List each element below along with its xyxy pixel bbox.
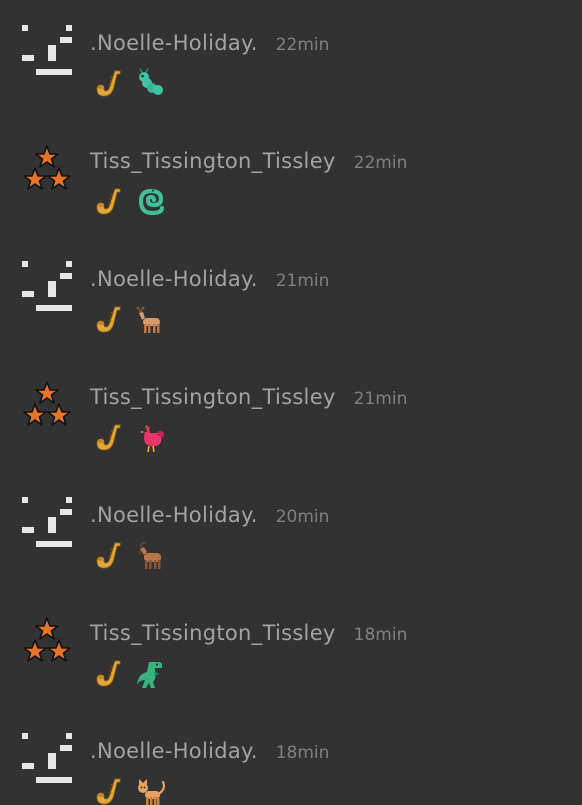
- saxophone-icon: [93, 304, 125, 336]
- emoji-row: [93, 68, 167, 100]
- emoji-row: [93, 540, 167, 572]
- saxophone-icon: [93, 68, 125, 100]
- chat-feed: .Noelle-Holiday. 22min Tiss_Tissington_Ti…: [0, 0, 582, 805]
- pixel-avatar-icon[interactable]: [22, 733, 72, 783]
- snake-icon: [135, 186, 167, 218]
- message-header: .Noelle-Holiday. 20min: [90, 503, 329, 527]
- emoji-row: [93, 776, 167, 805]
- chat-message: .Noelle-Holiday. 22min: [0, 0, 582, 118]
- pixel-avatar-icon[interactable]: [22, 25, 72, 75]
- username[interactable]: .Noelle-Holiday.: [90, 503, 258, 527]
- rooster-icon: [135, 422, 167, 454]
- chat-message: .Noelle-Holiday. 21min: [0, 236, 582, 354]
- deer-icon: [135, 304, 167, 336]
- saxophone-icon: [93, 422, 125, 454]
- emoji-row: [93, 658, 167, 690]
- username[interactable]: Tiss_Tissington_Tissley: [90, 385, 336, 409]
- message-header: .Noelle-Holiday. 21min: [90, 267, 329, 291]
- emoji-row: [93, 422, 167, 454]
- message-header: .Noelle-Holiday. 18min: [90, 739, 329, 763]
- three-stars-avatar-icon[interactable]: [22, 379, 72, 429]
- cat-icon: [135, 776, 167, 805]
- chat-message: .Noelle-Holiday. 18min: [0, 708, 582, 805]
- username[interactable]: .Noelle-Holiday.: [90, 739, 258, 763]
- timestamp: 20min: [275, 507, 330, 527]
- saxophone-icon: [93, 186, 125, 218]
- saxophone-icon: [93, 540, 125, 572]
- three-stars-avatar-icon[interactable]: [22, 143, 72, 193]
- chat-message: .Noelle-Holiday. 20min: [0, 472, 582, 590]
- username[interactable]: Tiss_Tissington_Tissley: [90, 621, 336, 645]
- chat-message: Tiss_Tissington_Tissley 21min: [0, 354, 582, 472]
- timestamp: 18min: [275, 743, 330, 763]
- username[interactable]: Tiss_Tissington_Tissley: [90, 149, 336, 173]
- goat-icon: [135, 540, 167, 572]
- timestamp: 22min: [275, 35, 330, 55]
- username[interactable]: .Noelle-Holiday.: [90, 267, 258, 291]
- timestamp: 21min: [353, 389, 408, 409]
- three-stars-avatar-icon[interactable]: [22, 615, 72, 665]
- timestamp: 21min: [275, 271, 330, 291]
- chat-message: Tiss_Tissington_Tissley 22min: [0, 118, 582, 236]
- username[interactable]: .Noelle-Holiday.: [90, 31, 258, 55]
- message-header: Tiss_Tissington_Tissley 18min: [90, 621, 407, 645]
- emoji-row: [93, 186, 167, 218]
- timestamp: 18min: [353, 625, 408, 645]
- message-header: Tiss_Tissington_Tissley 21min: [90, 385, 407, 409]
- message-header: .Noelle-Holiday. 22min: [90, 31, 329, 55]
- saxophone-icon: [93, 776, 125, 805]
- chat-message: Tiss_Tissington_Tissley 18min: [0, 590, 582, 708]
- message-header: Tiss_Tissington_Tissley 22min: [90, 149, 407, 173]
- pixel-avatar-icon[interactable]: [22, 261, 72, 311]
- pixel-avatar-icon[interactable]: [22, 497, 72, 547]
- caterpillar-icon: [135, 68, 167, 100]
- emoji-row: [93, 304, 167, 336]
- timestamp: 22min: [353, 153, 408, 173]
- t-rex-icon: [135, 658, 167, 690]
- saxophone-icon: [93, 658, 125, 690]
